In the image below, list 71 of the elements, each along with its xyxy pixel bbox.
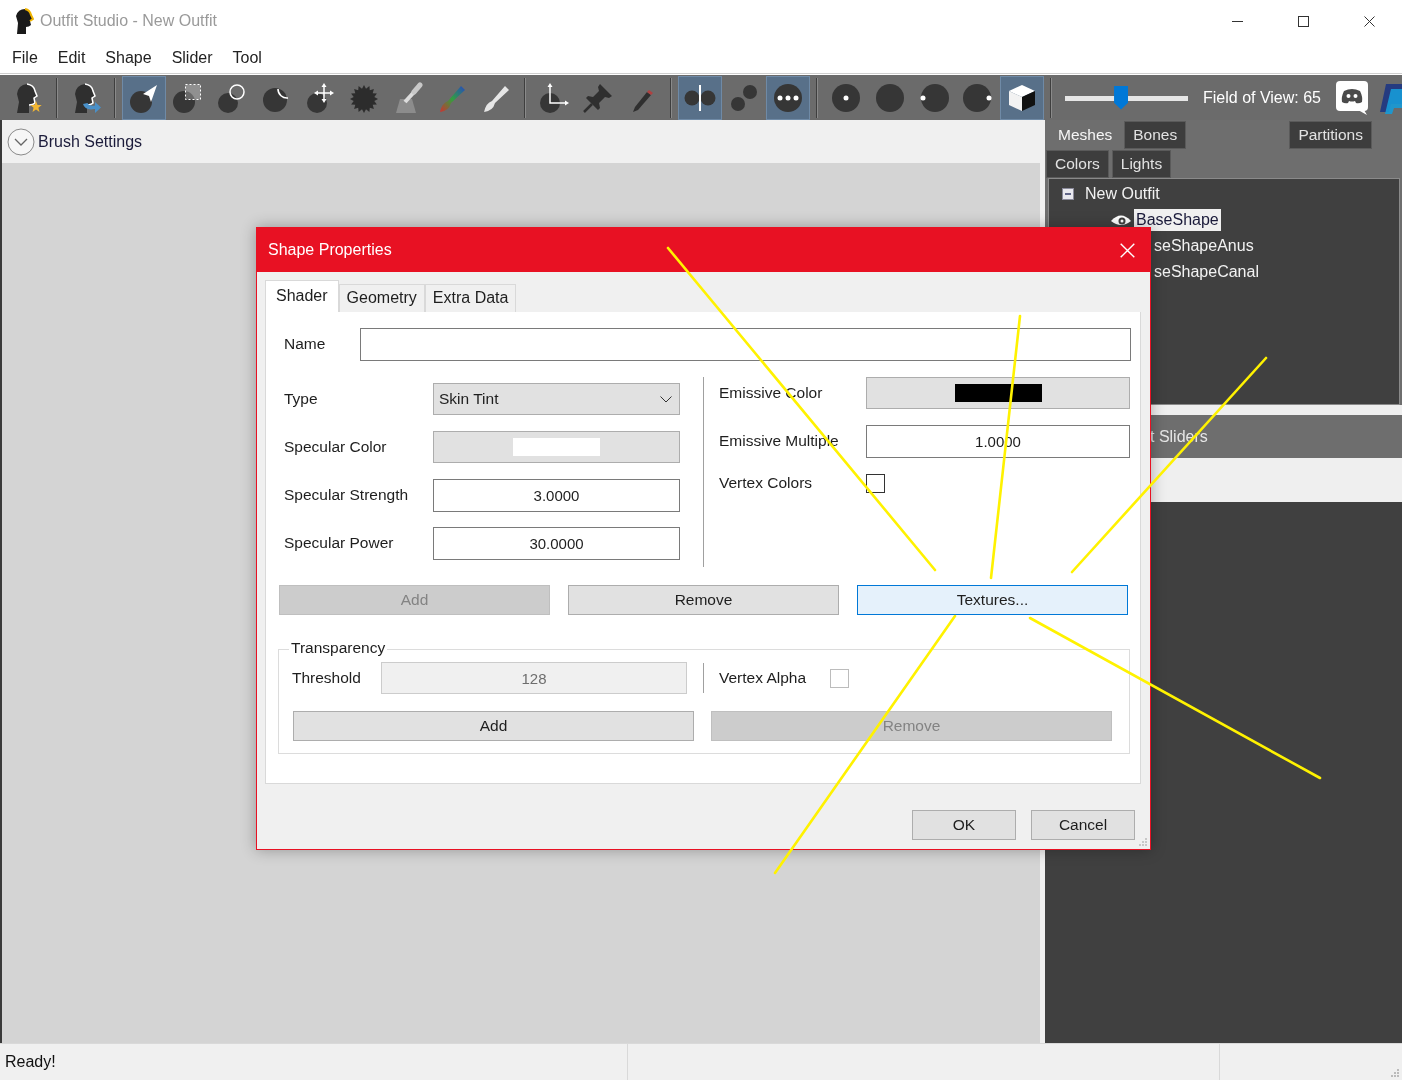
tool-button[interactable]	[678, 75, 722, 120]
section-header[interactable]: Brush Settings	[38, 131, 143, 152]
field-label: Name	[284, 335, 327, 354]
color-button[interactable]	[866, 377, 1130, 409]
tool-button[interactable]	[122, 75, 166, 120]
sphere-square-icon	[172, 81, 204, 114]
tool-button[interactable]	[766, 75, 810, 120]
panel-tab[interactable]: Partitions	[1289, 121, 1372, 149]
resize-grip-icon[interactable]	[1138, 837, 1148, 847]
dialog-button[interactable]: Add	[293, 711, 694, 741]
color-button[interactable]	[433, 431, 680, 463]
name-field[interactable]	[360, 328, 1131, 361]
dialog-button[interactable]: OK	[912, 810, 1016, 840]
chevron-down-icon[interactable]	[7, 127, 35, 156]
panel-tab[interactable]: Meshes	[1049, 121, 1122, 149]
field-label: Specular Color	[284, 437, 388, 457]
panel-tab[interactable]: Bones	[1124, 121, 1187, 149]
dialog-button[interactable]: Remove	[568, 585, 839, 615]
field-label: Specular Strength	[284, 485, 410, 505]
window-title: Outfit Studio - New Outfit	[40, 11, 217, 31]
menu-item[interactable]: File	[2, 47, 48, 68]
dialog-button[interactable]: Cancel	[1031, 810, 1135, 840]
sphere-ring-icon	[216, 81, 248, 114]
menu-item[interactable]: Tool	[222, 47, 272, 68]
menu-item[interactable]: Edit	[47, 47, 96, 68]
fov-slider[interactable]	[1065, 85, 1188, 110]
panel-tab[interactable]: Lights	[1111, 150, 1172, 178]
field-label: Type	[284, 389, 319, 409]
collapse-icon[interactable]	[1062, 188, 1074, 200]
sphere-icon	[874, 81, 906, 114]
controller-face-icon[interactable]	[1336, 80, 1368, 115]
fov-label: Field of View: 65	[1203, 87, 1321, 108]
number-field: 128	[381, 662, 687, 694]
dialog-title: Shape Properties	[268, 240, 392, 260]
pin-icon	[582, 81, 614, 114]
close-icon[interactable]	[1363, 15, 1375, 27]
eye-icon[interactable]	[1110, 213, 1132, 227]
number-field[interactable]: 3.0000	[433, 478, 680, 512]
resize-grip-icon[interactable]	[1390, 1068, 1400, 1078]
field-label: Vertex Alpha	[719, 668, 808, 688]
slider-thumb[interactable]	[1114, 85, 1129, 110]
menu-item[interactable]: Slider	[161, 47, 223, 68]
tree-item[interactable]: seShapeCanal	[1152, 261, 1261, 283]
sphere-dot-icon	[962, 81, 994, 114]
menu-item[interactable]: Shape	[95, 47, 162, 68]
dialog-tab[interactable]: Geometry	[338, 284, 425, 312]
panel-tab[interactable]: Colors	[1046, 150, 1109, 178]
field-label: Specular Power	[284, 533, 395, 553]
logo-icon[interactable]	[1380, 81, 1402, 114]
dialog-tab[interactable]: Extra Data	[424, 284, 517, 312]
tree-item[interactable]: BaseShape	[1134, 209, 1221, 231]
dialog-tab[interactable]: Shader	[265, 280, 339, 312]
field-label: Vertex Colors	[719, 474, 814, 493]
number-field[interactable]: 30.0000	[433, 526, 680, 560]
sphere-dots-icon	[772, 81, 804, 114]
sphere-arrows-icon	[304, 81, 336, 114]
head-silhouette-icon	[14, 8, 34, 34]
dialog-button[interactable]: Textures...	[857, 585, 1128, 615]
status-text: Ready!	[4, 1052, 56, 1072]
tool-button[interactable]	[1000, 75, 1044, 120]
sphere-axes-icon	[538, 81, 570, 114]
tree-item[interactable]: New Outfit	[1083, 183, 1162, 205]
type-dropdown[interactable]: Skin Tint	[433, 383, 680, 415]
tree-item[interactable]: seShapeAnus	[1152, 235, 1256, 257]
field-label: Threshold	[292, 668, 362, 688]
checkbox[interactable]	[866, 474, 885, 493]
minimize-icon[interactable]	[1231, 20, 1243, 22]
maximize-icon[interactable]	[1297, 15, 1309, 27]
sphere-dot-icon	[830, 81, 862, 114]
chevron-down-icon	[660, 395, 672, 403]
sphere-dot-icon	[918, 81, 950, 114]
